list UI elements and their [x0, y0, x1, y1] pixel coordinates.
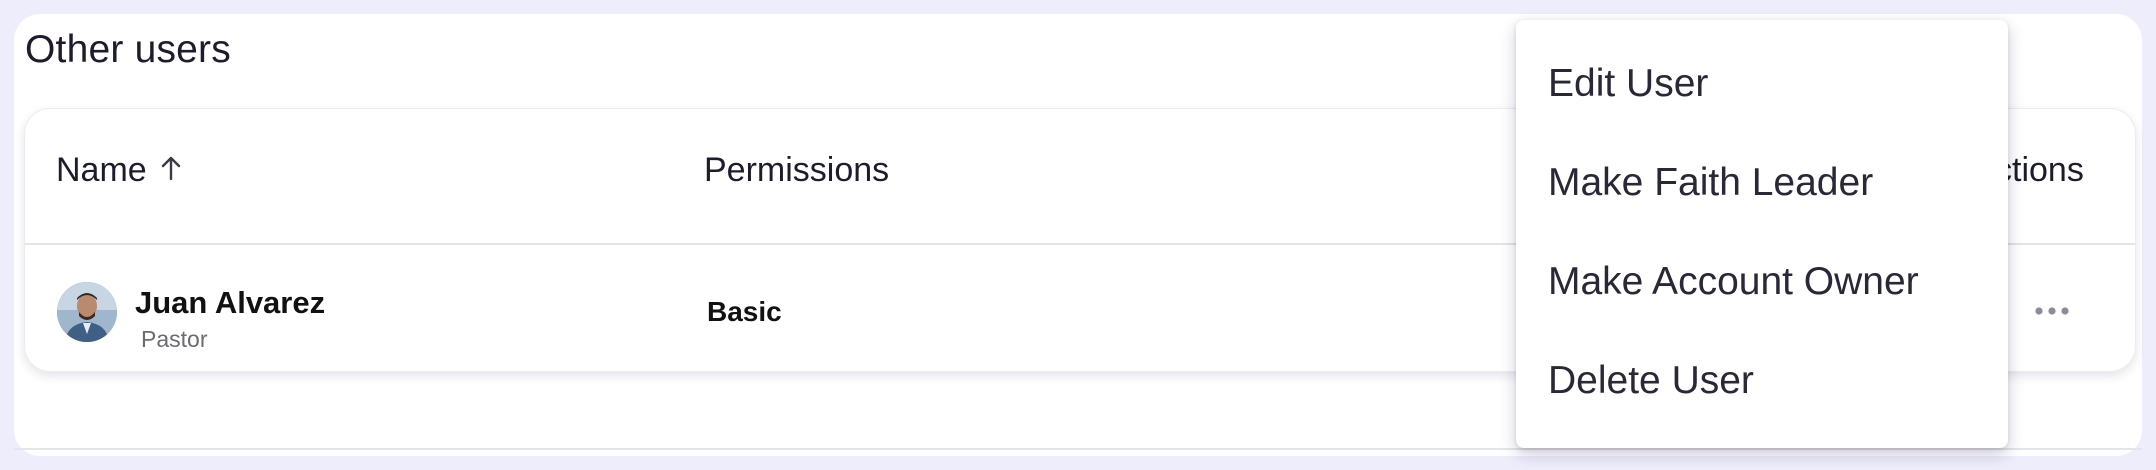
arrow-up-icon	[160, 151, 182, 190]
column-header-name-label: Name	[56, 151, 147, 189]
row-actions-menu: Edit User Make Faith Leader Make Account…	[1516, 20, 2008, 448]
permission-value: Basic	[707, 296, 782, 327]
divider	[14, 448, 2142, 450]
menu-item-delete-user[interactable]: Delete User	[1548, 359, 1754, 403]
menu-item-make-account-owner[interactable]: Make Account Owner	[1548, 260, 1919, 304]
row-actions-button[interactable]	[2025, 295, 2079, 329]
avatar	[57, 282, 117, 342]
user-name: Juan Alvarez	[135, 285, 326, 320]
column-header-actions: ctions	[1995, 151, 2084, 189]
more-horizontal-icon	[2034, 303, 2070, 321]
section-title: Other users	[25, 28, 231, 71]
menu-item-edit-user[interactable]: Edit User	[1548, 62, 1708, 106]
column-header-permissions[interactable]: Permissions	[704, 151, 889, 190]
menu-item-make-faith-leader[interactable]: Make Faith Leader	[1548, 161, 1873, 205]
column-header-name[interactable]: Name	[56, 151, 182, 190]
user-role: Pastor	[141, 326, 208, 352]
